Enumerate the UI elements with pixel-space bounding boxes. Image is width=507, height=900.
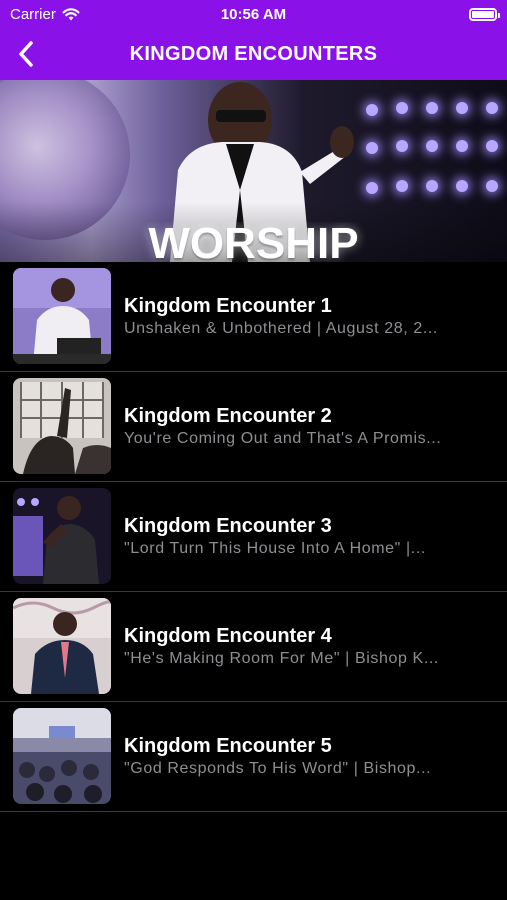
status-bar: Carrier 10:56 AM bbox=[0, 0, 507, 28]
battery-icon bbox=[469, 7, 500, 21]
chevron-left-icon bbox=[19, 41, 33, 67]
status-left: Carrier bbox=[10, 6, 80, 23]
carrier-label: Carrier bbox=[10, 5, 56, 23]
back-button[interactable] bbox=[6, 34, 46, 74]
hero-label: WORSHIP bbox=[148, 222, 359, 262]
hero-banner: WORSHIP bbox=[0, 80, 507, 262]
episode-title: Kingdom Encounter 5 bbox=[124, 735, 332, 757]
list-item[interactable]: Kingdom Encounter 4 "He's Making Room Fo… bbox=[0, 592, 507, 702]
episode-thumbnail bbox=[13, 378, 111, 474]
episode-subtitle: "God Responds To His Word" | Bishop... bbox=[124, 760, 432, 777]
battery-fill bbox=[472, 10, 494, 18]
navigation-bar: KINGDOM ENCOUNTERS bbox=[0, 28, 507, 80]
episode-thumbnail bbox=[13, 598, 111, 694]
episode-subtitle: Unshaken & Unbothered | August 28, 2... bbox=[124, 320, 438, 337]
episode-thumbnail bbox=[13, 488, 111, 584]
episode-subtitle: "Lord Turn This House Into A Home" |... bbox=[124, 540, 426, 557]
episode-list: Kingdom Encounter 1 Unshaken & Unbothere… bbox=[0, 262, 507, 812]
list-item[interactable]: Kingdom Encounter 2 You're Coming Out an… bbox=[0, 372, 507, 482]
episode-thumbnail bbox=[13, 708, 111, 804]
episode-subtitle: "He's Making Room For Me" | Bishop K... bbox=[124, 650, 439, 667]
episode-thumbnail bbox=[13, 268, 111, 364]
wifi-icon bbox=[62, 7, 80, 20]
episode-subtitle: You're Coming Out and That's A Promis... bbox=[124, 430, 442, 447]
list-item[interactable]: Kingdom Encounter 5 "God Responds To His… bbox=[0, 702, 507, 812]
episode-title: Kingdom Encounter 4 bbox=[124, 625, 332, 647]
list-item[interactable]: Kingdom Encounter 1 Unshaken & Unbothere… bbox=[0, 262, 507, 372]
list-item[interactable]: Kingdom Encounter 3 "Lord Turn This Hous… bbox=[0, 482, 507, 592]
page-title: KINGDOM ENCOUNTERS bbox=[129, 42, 378, 65]
episode-title: Kingdom Encounter 3 bbox=[124, 515, 332, 537]
episode-title: Kingdom Encounter 2 bbox=[124, 405, 332, 427]
episode-title: Kingdom Encounter 1 bbox=[124, 295, 332, 317]
